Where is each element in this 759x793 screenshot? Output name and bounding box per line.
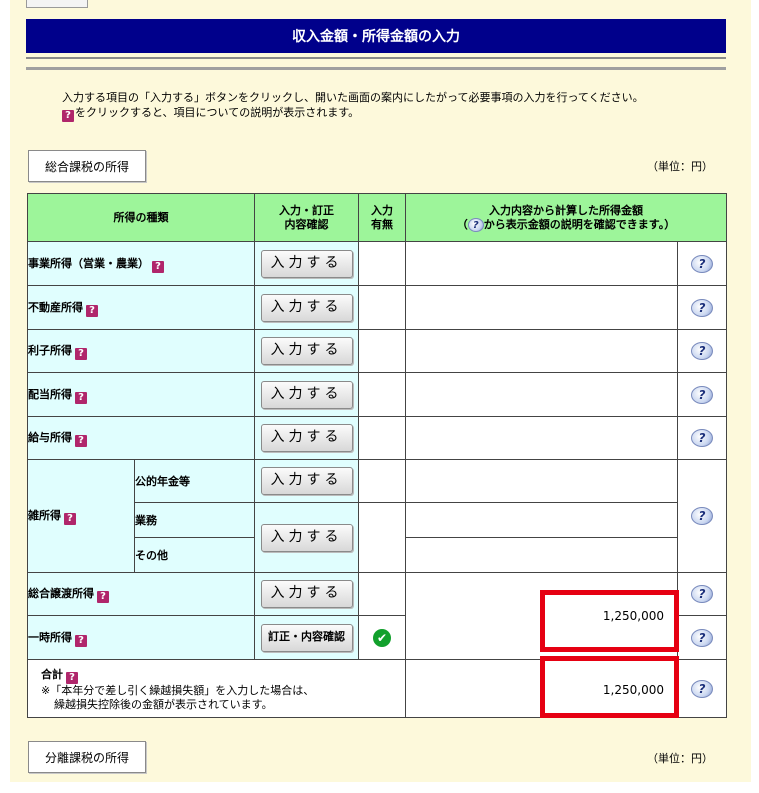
help-icon[interactable]: ? <box>691 585 713 603</box>
total-note-2: 繰越損失控除後の金額が表示されています。 <box>54 697 273 711</box>
instruction-line-2: ? をクリックすると、項目についての説明が表示されます。 <box>62 105 732 122</box>
question-icon[interactable]: ? <box>64 513 76 525</box>
question-icon: ? <box>62 110 74 122</box>
instructions: 入力する項目の「入力する」ボタンをクリックし、開いた画面の案内にしたがって必要事… <box>62 90 732 122</box>
table-row: 雑所得? 公的年金等 入力する ? <box>27 459 727 573</box>
title-divider-lower <box>26 67 726 70</box>
comprehensive-tax-income-button[interactable]: 総合課税の所得 <box>28 150 147 182</box>
top-button-stub[interactable] <box>26 0 88 8</box>
row-label-misc-pension: 公的年金等 <box>134 459 255 503</box>
row-label-comprehensive-transfer: 総合譲渡所得? <box>27 572 255 616</box>
status-cell <box>358 502 406 573</box>
enter-business-button[interactable]: 入力する <box>260 249 353 278</box>
row-label-business: 事業所得（営業・農業）? <box>27 241 255 286</box>
table-row: 給与所得? 入力する ? <box>27 416 727 460</box>
row-label-misc-business: 業務 <box>134 502 255 538</box>
row-label-interest: 利子所得? <box>27 329 255 373</box>
status-cell <box>358 416 406 460</box>
help-icon[interactable]: ? <box>691 254 713 273</box>
row-label-real-estate: 不動産所得? <box>27 285 255 330</box>
row-label-misc: 雑所得? <box>27 459 135 573</box>
header-income-type: 所得の種類 <box>27 193 255 242</box>
total-label-cell: 合計? ※「本年分で差し引く繰越損失額」を入力した場合は、 繰越損失控除後の金額… <box>27 659 406 718</box>
question-icon[interactable]: ? <box>75 391 87 404</box>
help-icon[interactable]: ? <box>691 385 713 404</box>
header-amount: 入力内容から計算した所得金額 （? から表示金額の説明を確認できます。） <box>405 193 727 242</box>
row-label-dividend: 配当所得? <box>27 372 255 417</box>
help-icon[interactable]: ? <box>691 429 713 447</box>
enter-misc-business-other-button[interactable]: 入力する <box>260 523 353 552</box>
amount-cell <box>405 416 678 460</box>
status-cell <box>358 572 406 616</box>
row-label-salary: 給与所得? <box>27 416 255 460</box>
title-divider <box>26 57 726 59</box>
check-icon: ✔ <box>373 628 391 647</box>
help-icon[interactable]: ? <box>691 679 713 698</box>
row-label-occasional: 一時所得? <box>27 615 255 660</box>
confirm-occasional-button[interactable]: 訂正・内容確認 <box>260 623 353 652</box>
status-cell <box>358 241 406 286</box>
amount-cell <box>405 459 678 503</box>
help-icon: ? <box>467 217 484 232</box>
status-cell <box>358 285 406 330</box>
help-icon[interactable]: ? <box>691 628 713 647</box>
question-icon[interactable]: ? <box>97 591 109 603</box>
enter-misc-pension-button[interactable]: 入力する <box>260 467 353 495</box>
total-label: 合計 <box>41 667 63 681</box>
status-cell <box>358 459 406 503</box>
enter-real-estate-button[interactable]: 入力する <box>260 293 353 322</box>
unit-label: （単位：円） <box>647 160 713 173</box>
amount-transfer-occasional: 1,250,000 <box>540 590 679 652</box>
status-cell <box>358 372 406 417</box>
amount-cell <box>405 537 678 573</box>
enter-interest-button[interactable]: 入力する <box>260 337 353 365</box>
question-icon[interactable]: ? <box>75 348 87 360</box>
table-row: 利子所得? 入力する ? <box>27 329 727 373</box>
help-icon[interactable]: ? <box>691 342 713 360</box>
question-icon[interactable]: ? <box>152 260 164 273</box>
enter-dividend-button[interactable]: 入力する <box>260 380 353 409</box>
enter-transfer-button[interactable]: 入力する <box>260 580 353 608</box>
table-row: 不動産所得? 入力する ? <box>27 285 727 330</box>
instruction-line-1: 入力する項目の「入力する」ボタンをクリックし、開いた画面の案内にしたがって必要事… <box>62 91 644 104</box>
table-row: 配当所得? 入力する ? <box>27 372 727 417</box>
enter-salary-button[interactable]: 入力する <box>260 424 353 452</box>
header-amount-line2: （? から表示金額の説明を確認できます。） <box>456 217 676 232</box>
help-icon[interactable]: ? <box>691 507 713 525</box>
help-icon[interactable]: ? <box>691 298 713 317</box>
amount-total: 1,250,000 <box>540 656 679 718</box>
header-entry: 入力・訂正 内容確認 <box>254 193 359 242</box>
separate-tax-income-button[interactable]: 分離課税の所得 <box>28 741 147 773</box>
amount-cell <box>405 329 678 373</box>
question-icon[interactable]: ? <box>66 671 78 684</box>
amount-cell <box>405 285 678 330</box>
question-icon[interactable]: ? <box>75 634 87 647</box>
amount-cell <box>405 372 678 417</box>
header-amount-line1: 入力内容から計算した所得金額 <box>489 203 643 217</box>
question-icon[interactable]: ? <box>86 304 98 317</box>
question-icon[interactable]: ? <box>75 435 87 447</box>
row-label-misc-other: その他 <box>134 537 255 573</box>
header-status: 入力 有無 <box>358 193 406 242</box>
amount-cell <box>405 502 678 538</box>
amount-cell <box>405 241 678 286</box>
status-cell <box>358 329 406 373</box>
total-note-1: ※「本年分で差し引く繰越損失額」を入力した場合は、 <box>41 683 315 697</box>
page-title: 収入金額・所得金額の入力 <box>26 19 726 53</box>
table-row: 事業所得（営業・農業）? 入力する ? <box>27 241 727 286</box>
unit-label-separate: （単位：円） <box>647 752 713 765</box>
